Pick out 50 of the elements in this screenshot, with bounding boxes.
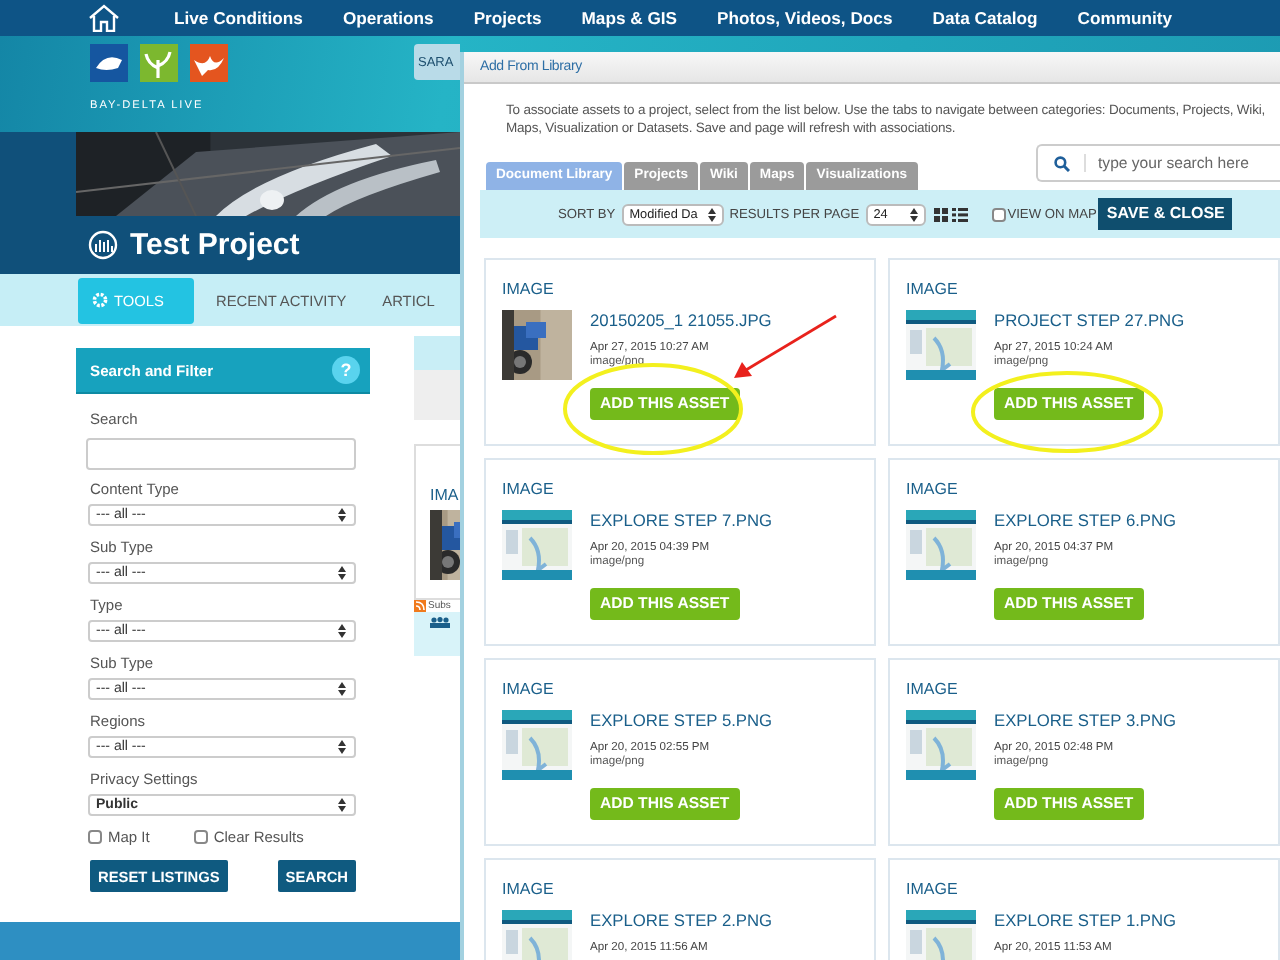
asset-type: IMAGE	[906, 478, 960, 503]
asset-type: IMAGE	[502, 478, 556, 503]
caret-icon	[338, 566, 346, 580]
asset-type: IMAGE	[502, 878, 556, 903]
asset-title[interactable]: EXPLORE STEP 3.PNG	[994, 710, 1177, 731]
nav-link[interactable]: Maps & GIS	[581, 8, 678, 28]
asset-type: IMAGE	[906, 278, 960, 303]
card-footer	[414, 612, 460, 656]
asset-title[interactable]: EXPLORE STEP 2.PNG	[590, 910, 773, 931]
grid-view-icon[interactable]	[933, 207, 948, 222]
home-icon[interactable]	[88, 4, 120, 32]
project-title: Test Project	[130, 228, 300, 262]
caret-icon	[909, 207, 918, 222]
caret-icon	[338, 508, 346, 522]
search-icon	[1054, 155, 1070, 172]
caret-icon	[338, 798, 346, 812]
nav-link[interactable]: Live Conditions	[174, 8, 303, 28]
section-header	[414, 336, 460, 370]
checkbox[interactable]	[88, 830, 102, 844]
nav-link[interactable]: Data Catalog	[932, 8, 1038, 28]
caret-icon	[707, 207, 716, 222]
asset-type: IMAGE	[906, 678, 960, 703]
nav-link[interactable]: Photos, Videos, Docs	[717, 8, 893, 28]
save-close-button[interactable]: SAVE & CLOSE	[1098, 198, 1233, 231]
section-bar	[414, 370, 460, 420]
rss-icon[interactable]	[414, 600, 426, 612]
nav-link[interactable]: Community	[1077, 8, 1173, 28]
checkbox[interactable]	[991, 207, 1006, 222]
asset-title[interactable]: EXPLORE STEP 1.PNG	[994, 910, 1177, 931]
project-icon	[88, 230, 118, 260]
asset-title[interactable]: EXPLORE STEP 6.PNG	[994, 510, 1177, 531]
caret-icon	[338, 740, 346, 754]
caret-icon	[338, 682, 346, 696]
asset-title[interactable]: PROJECT STEP 27.PNG	[994, 310, 1185, 331]
card-type: IMA	[430, 486, 460, 508]
caret-icon	[338, 624, 346, 638]
asset-title[interactable]: EXPLORE STEP 7.PNG	[590, 510, 773, 531]
checkbox[interactable]	[193, 830, 208, 844]
asset-type: IMAGE	[502, 278, 556, 303]
logo-icon[interactable]	[90, 44, 230, 84]
asset-type: IMAGE	[502, 678, 556, 703]
search-field[interactable]	[86, 438, 356, 470]
list-view-icon[interactable]	[951, 207, 968, 222]
people-icon	[430, 616, 450, 628]
gear-icon	[92, 292, 108, 308]
asset-title[interactable]: EXPLORE STEP 5.PNG	[590, 710, 773, 731]
nav-link[interactable]: Operations	[342, 8, 434, 28]
asset-title[interactable]: 20150205_1 21055.JPG	[590, 310, 772, 331]
asset-type: IMAGE	[906, 878, 960, 903]
nav-link[interactable]: Projects	[473, 8, 542, 28]
